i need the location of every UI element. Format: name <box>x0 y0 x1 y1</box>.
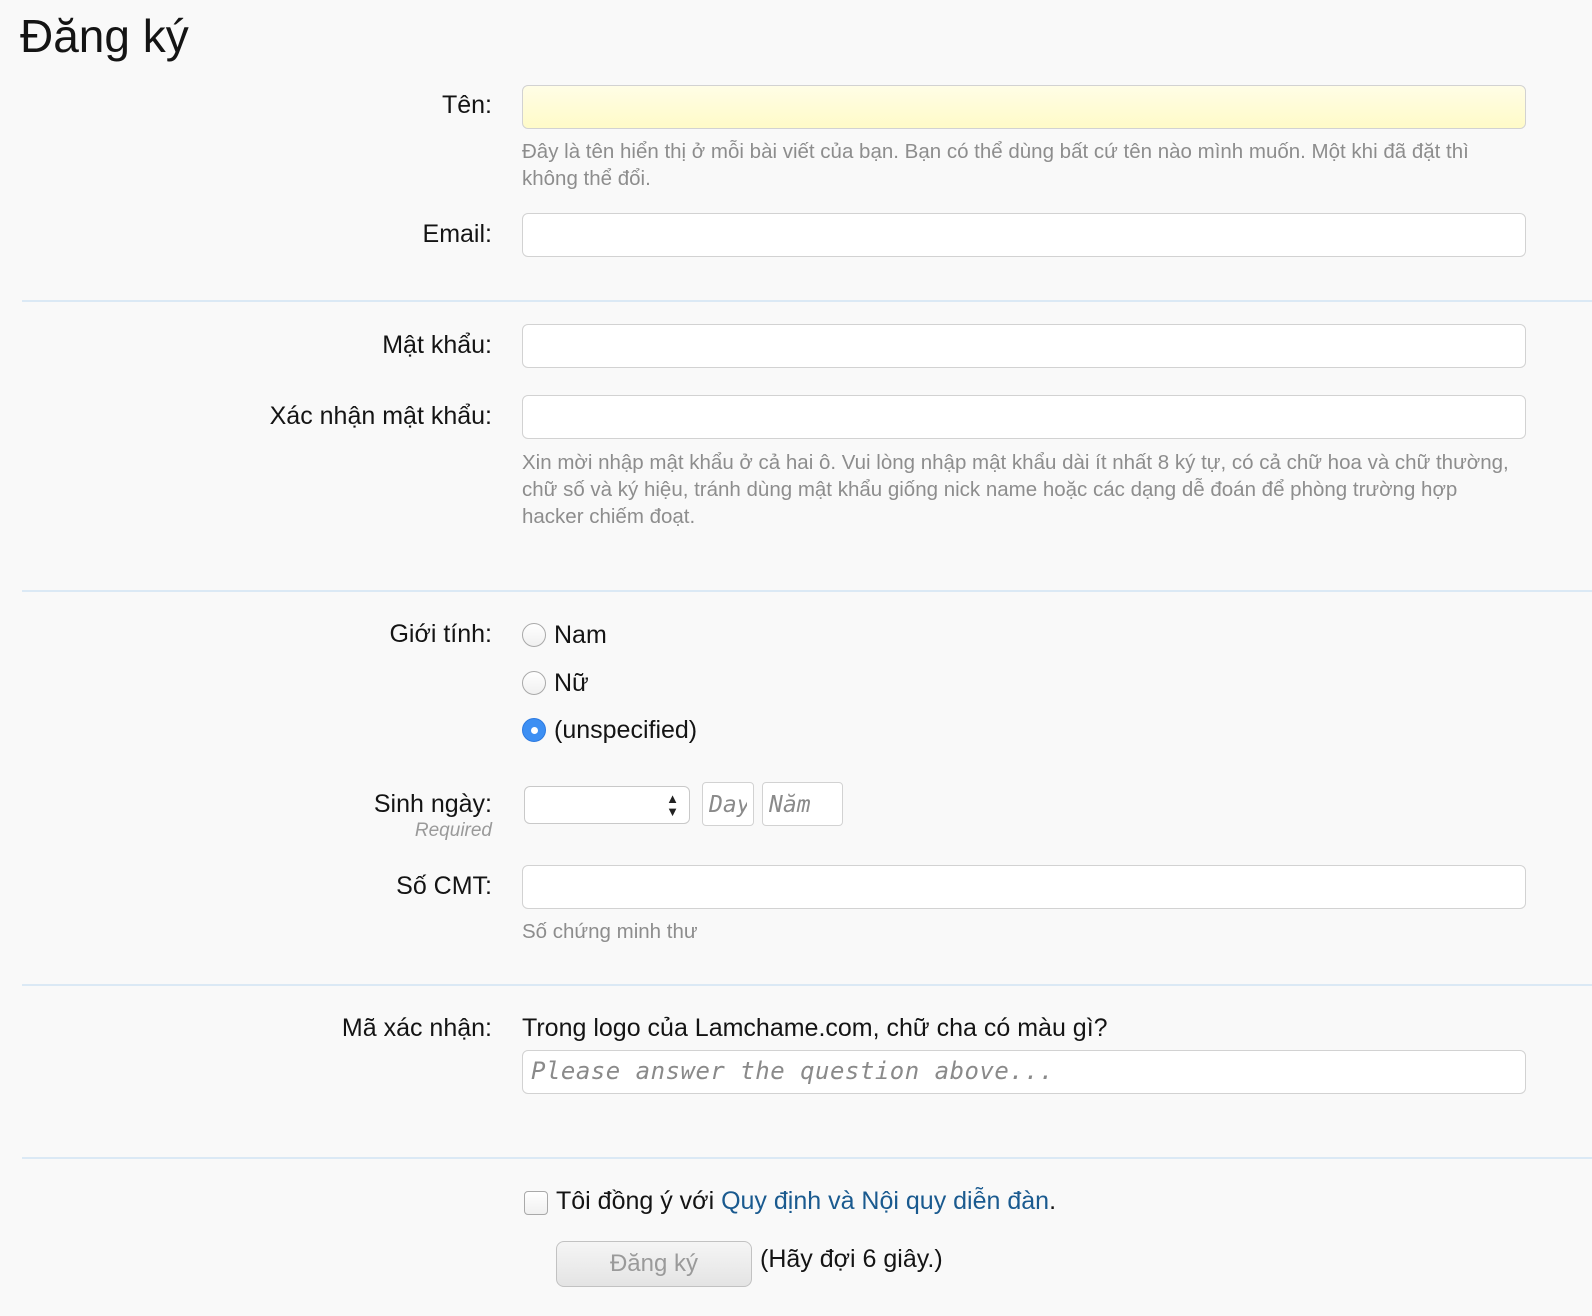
agree-prefix: Tôi đồng ý với <box>556 1187 722 1215</box>
birthday-label: Sinh ngày: <box>373 790 492 818</box>
password-hint: Xin mời nhập mật khẩu ở cả hai ô. Vui lò… <box>522 451 1509 528</box>
agree-suffix: . <box>1049 1187 1057 1215</box>
gender-option-label: (unspecified) <box>554 715 698 744</box>
email-input[interactable] <box>522 213 1526 257</box>
rules-link[interactable]: Quy định và Nội quy diễn đàn <box>721 1187 1049 1215</box>
radio-button[interactable] <box>522 671 546 695</box>
password-input[interactable] <box>522 324 1526 368</box>
gender-option-female[interactable]: Nữ <box>522 668 589 698</box>
gender-option-label: Nữ <box>554 668 589 697</box>
name-label: Tên: <box>441 91 492 119</box>
radio-button[interactable] <box>522 623 546 647</box>
id-number-label: Số CMT: <box>396 872 492 900</box>
section-divider <box>22 1157 1592 1159</box>
password-label: Mật khẩu: <box>382 331 492 359</box>
agree-checkbox[interactable] <box>524 1191 548 1215</box>
captcha-label: Mã xác nhận: <box>341 1014 492 1042</box>
confirm-password-input[interactable] <box>522 395 1526 439</box>
captcha-question: Trong logo của Lamchame.com, chữ cha có … <box>522 1014 1108 1042</box>
section-divider <box>22 590 1592 592</box>
birth-month-select[interactable]: ▲ ▼ <box>524 786 690 824</box>
name-input[interactable] <box>522 85 1526 129</box>
birth-day-input[interactable] <box>702 782 754 826</box>
id-number-input[interactable] <box>522 865 1526 909</box>
section-divider <box>22 984 1592 986</box>
id-number-hint: Số chứng minh thư <box>522 920 698 943</box>
gender-option-unspecified[interactable]: (unspecified) <box>522 715 697 745</box>
name-hint: Đây là tên hiển thị ở mỗi bài viết của b… <box>522 140 1469 190</box>
gender-option-male[interactable]: Nam <box>522 620 607 650</box>
confirm-password-label: Xác nhận mật khẩu: <box>269 402 492 430</box>
wait-notice: (Hãy đợi 6 giây.) <box>760 1245 943 1273</box>
gender-label: Giới tính: <box>389 620 492 648</box>
section-divider <box>22 300 1592 302</box>
radio-button-selected[interactable] <box>522 718 546 742</box>
page-title: Đăng ký <box>20 10 189 62</box>
register-button[interactable]: Đăng ký <box>556 1241 752 1287</box>
select-arrows-icon: ▲ ▼ <box>666 791 679 819</box>
email-label: Email: <box>422 220 492 248</box>
birth-year-input[interactable] <box>762 782 843 826</box>
gender-option-label: Nam <box>554 620 607 649</box>
agree-text: Tôi đồng ý với Quy định và Nội quy diễn … <box>556 1187 1056 1216</box>
required-note: Required <box>414 820 492 841</box>
captcha-answer-input[interactable] <box>522 1050 1526 1094</box>
